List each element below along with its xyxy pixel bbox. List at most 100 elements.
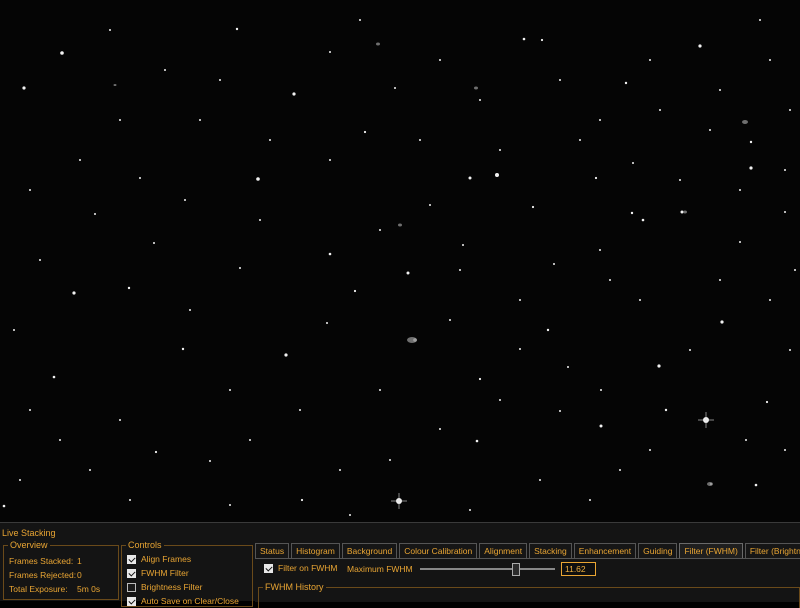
galaxy — [474, 86, 478, 90]
star — [475, 439, 479, 443]
star — [619, 469, 621, 471]
total-exposure-row: Total Exposure: 5m 0s — [9, 584, 100, 594]
filter-on-fwhm-option[interactable]: Filter on FWHM — [264, 563, 338, 573]
auto-save-checkbox[interactable] — [127, 596, 136, 606]
star — [139, 177, 141, 179]
star — [394, 87, 396, 89]
star — [594, 176, 598, 180]
tab-colour-calibration[interactable]: Colour Calibration — [399, 543, 478, 558]
fwhm-filter-tab-page: Filter on FWHM Maximum FWHM 11.62 FWHM H… — [255, 558, 800, 608]
total-exposure-value: 5m 0s — [77, 584, 101, 594]
star — [689, 349, 691, 351]
star — [649, 59, 651, 61]
star — [153, 242, 155, 244]
tab-background[interactable]: Background — [341, 543, 398, 558]
star — [189, 309, 191, 311]
star — [739, 241, 741, 243]
star — [719, 279, 721, 281]
brightness-filter-label: Brightness Filter — [141, 582, 203, 592]
maximum-fwhm-slider[interactable] — [420, 563, 555, 576]
align-frames-checkbox[interactable] — [127, 554, 136, 564]
star — [540, 38, 544, 42]
star — [462, 244, 464, 246]
star — [519, 348, 521, 350]
star — [789, 349, 791, 351]
frames-rejected-label: Frames Rejected: — [9, 570, 77, 580]
maximum-fwhm-label: Maximum FWHM — [347, 564, 413, 574]
frames-rejected-row: Frames Rejected: 0 — [9, 570, 82, 580]
star — [339, 469, 341, 471]
star — [599, 424, 603, 428]
fwhm-filter-checkbox[interactable] — [127, 568, 136, 578]
align-frames-option[interactable]: Align Frames — [127, 554, 191, 564]
star — [567, 366, 569, 368]
star-field-image[interactable] — [0, 0, 800, 522]
star — [249, 439, 251, 441]
star — [745, 439, 747, 441]
tab-status[interactable]: Status — [255, 543, 290, 558]
tab-filter-brightness[interactable]: Filter (Brightness) — [744, 543, 800, 558]
frames-stacked-label: Frames Stacked: — [9, 556, 74, 566]
star — [269, 139, 271, 141]
filter-on-fwhm-checkbox[interactable] — [264, 563, 273, 573]
galaxy — [113, 84, 117, 86]
star — [531, 205, 535, 209]
maximum-fwhm-value-input[interactable]: 11.62 — [561, 562, 596, 576]
star — [659, 109, 661, 111]
controls-group: Controls Align Frames FWHM Filter Bright… — [121, 540, 253, 607]
star — [479, 99, 481, 101]
star — [256, 177, 260, 181]
auto-save-option[interactable]: Auto Save on Clear/Close — [127, 596, 239, 606]
star — [624, 81, 628, 85]
star — [709, 129, 711, 131]
star — [754, 483, 758, 487]
tab-alignment[interactable]: Alignment — [479, 543, 528, 558]
total-exposure-label: Total Exposure: — [9, 584, 68, 594]
tab-filter-fwhm[interactable]: Filter (FWHM) — [679, 543, 743, 558]
star-field-canvas — [2, 19, 796, 516]
star — [559, 410, 561, 412]
tab-histogram[interactable]: Histogram — [291, 543, 340, 558]
star — [284, 353, 288, 357]
controls-title: Controls — [126, 540, 164, 550]
star — [522, 37, 526, 41]
fwhm-filter-option[interactable]: FWHM Filter — [127, 568, 189, 578]
settings-tab-strip: Status Histogram Background Colour Calibrat… — [255, 543, 800, 558]
tab-stacking[interactable]: Stacking — [529, 543, 572, 558]
star — [181, 347, 185, 351]
tab-enhancement[interactable]: Enhancement — [573, 543, 637, 558]
star — [127, 286, 131, 290]
galaxy — [398, 223, 402, 227]
star — [329, 159, 331, 161]
fwhm-filter-label: FWHM Filter — [141, 568, 189, 578]
star — [579, 139, 581, 141]
star — [539, 479, 541, 481]
star — [119, 119, 121, 121]
star — [329, 51, 331, 53]
star — [657, 364, 661, 368]
galaxy — [683, 210, 687, 214]
star — [759, 19, 761, 21]
star — [649, 449, 651, 451]
star — [499, 149, 501, 151]
star — [769, 59, 771, 61]
star — [478, 377, 482, 381]
star — [379, 389, 381, 391]
star — [353, 289, 357, 293]
star — [406, 271, 410, 275]
star — [229, 389, 231, 391]
star — [379, 229, 381, 231]
brightness-filter-checkbox[interactable] — [127, 582, 136, 592]
star — [784, 169, 786, 171]
maximum-fwhm-slider-thumb[interactable] — [511, 563, 520, 576]
star — [300, 498, 304, 502]
star — [229, 504, 231, 506]
star — [429, 204, 431, 206]
tab-guiding[interactable]: Guiding — [638, 543, 678, 558]
star — [184, 199, 186, 201]
galaxy — [707, 482, 713, 486]
star — [52, 375, 56, 379]
star — [359, 19, 361, 21]
brightness-filter-option[interactable]: Brightness Filter — [127, 582, 202, 592]
star — [749, 166, 753, 170]
